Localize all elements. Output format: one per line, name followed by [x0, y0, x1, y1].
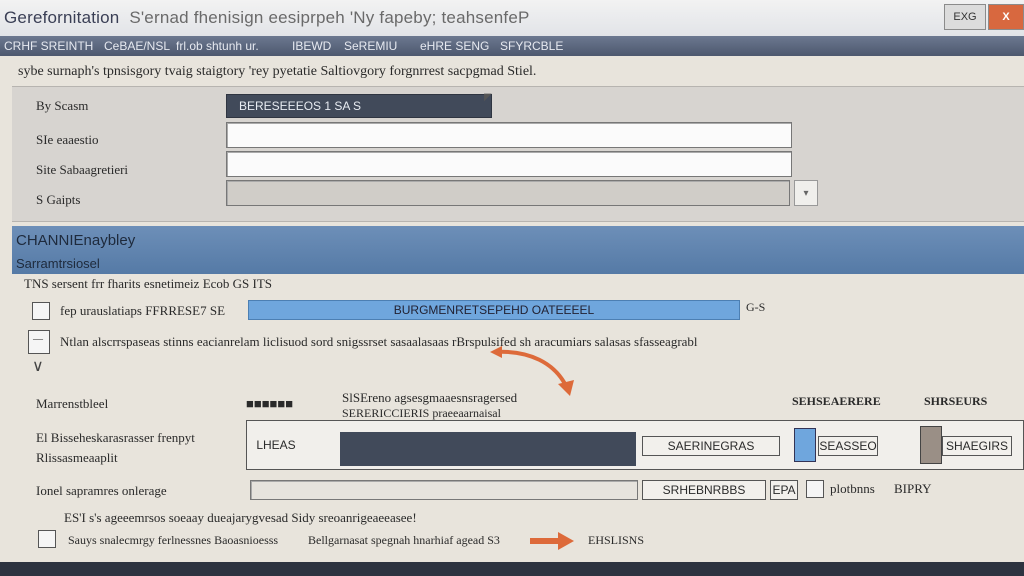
- form-label-2: SIe eaaestio: [36, 132, 99, 147]
- form-label-3: Site Sabaagretieri: [36, 162, 129, 177]
- form-field-4[interactable]: [226, 180, 790, 206]
- section-header: [12, 226, 1024, 274]
- menu-item-3[interactable]: frl.ob shtunh ur.: [176, 39, 259, 53]
- table-cell-arrow-icon: [920, 426, 942, 464]
- table-cell-mid[interactable]: SAERINEGRAS: [642, 436, 780, 456]
- section-title: CHANNIEnaybley: [16, 232, 136, 249]
- table-row-label-2: Rlissasmeaaplit: [36, 450, 118, 465]
- section-subtitle: Sarramtrsiosel: [16, 256, 100, 271]
- table-header-4: SHRSEURS: [924, 394, 988, 408]
- spinner-icon[interactable]: ▾: [794, 180, 818, 206]
- footer-link-target[interactable]: EHSLISNS: [588, 533, 644, 548]
- instructions-text: sybe surnaph's tpnsisgory tvaig staigtor…: [18, 64, 537, 79]
- field-handle-icon: ◤: [484, 92, 492, 103]
- option-label-1: fep urauslatiaps FFRRESE7 SE: [60, 303, 226, 318]
- footer-link-text: Bellgarnasat spegnah hnarhiaf agead S3: [308, 533, 500, 547]
- footer-checkbox[interactable]: [38, 530, 56, 548]
- table-header-2-sub: SERERICCIERIS praeeaarnaisal: [342, 406, 501, 420]
- form-field-1[interactable]: BERESEEEOS 1 SA S: [226, 94, 492, 118]
- bottom-checkbox[interactable]: [806, 480, 824, 498]
- form-label-1: By Scasm: [36, 98, 89, 113]
- table-header-2: SlSEreno agsesgmaaesnsragersed: [342, 390, 518, 405]
- form-field-2[interactable]: [226, 122, 792, 148]
- window-title-suffix: S'ernad fhenisign eesiprpeh 'Ny fapeby; …: [129, 8, 530, 27]
- checkbox-dash-icon: —: [33, 334, 43, 345]
- option-indicator: G-S: [746, 300, 766, 314]
- minimize-button[interactable]: EXG: [944, 4, 986, 30]
- menu-item-1[interactable]: CRHF SREINTH: [4, 39, 93, 53]
- option-progress-bar: BURGMENRETSEPEHD OATEEEEL: [248, 300, 740, 320]
- close-button[interactable]: X: [988, 4, 1024, 30]
- table-cell-right[interactable]: SEASSEO: [818, 436, 878, 456]
- table-cell-left[interactable]: LHEAS: [252, 436, 300, 454]
- status-bar: [0, 562, 1024, 576]
- menu-item-7[interactable]: SFYRCBLE: [500, 39, 563, 53]
- window-title: Gerefornitation S'ernad fhenisign eesipr…: [4, 8, 530, 28]
- bottom-field-small[interactable]: EPA: [770, 480, 798, 500]
- bottom-row-label: Ionel sapramres onlerage: [36, 483, 167, 498]
- option-label-2: Ntlan alscrrspaseas stinns eacianrelam l…: [60, 334, 698, 349]
- form-label-4: S Gaipts: [36, 192, 81, 207]
- bottom-field-1[interactable]: SRHEBNRBBS: [642, 480, 766, 500]
- options-heading: TNS sersent frr fharits esnetimeiz Ecob …: [24, 276, 273, 291]
- arrow-right-icon: [530, 532, 574, 550]
- footer-note: ES'I s's ageeemrsos soeaay dueajarygvesa…: [64, 510, 417, 525]
- bottom-plus-label: plotbnns: [830, 481, 875, 496]
- table-cell-far[interactable]: SHAEGIRS: [942, 436, 1012, 456]
- bottom-input[interactable]: [250, 480, 638, 500]
- table-header-2a: ■■■■■■: [246, 396, 294, 411]
- menu-bar: CRHF SREINTH CeBAE/NSL frl.ob shtunh ur.…: [0, 36, 1024, 56]
- menu-item-5[interactable]: SeREMIU: [344, 39, 397, 53]
- menu-item-2[interactable]: CeBAE/NSL: [104, 39, 170, 53]
- table-cell-dark[interactable]: [340, 432, 636, 466]
- menu-item-6[interactable]: eHRE SENG: [420, 39, 489, 53]
- window-title-main: Gerefornitation: [4, 8, 120, 27]
- table-row-label: El Bisseheskarasrasser frenpyt: [36, 430, 195, 445]
- chevron-down-icon[interactable]: ∨: [32, 356, 44, 376]
- footer-check-label: Sauys snalecmrgy ferlnessnes Baoasnioess…: [68, 533, 279, 547]
- form-field-3[interactable]: [226, 151, 792, 177]
- table-header-3: SEHSEAERERE: [792, 394, 881, 408]
- table-header-1: Marrenstbleel: [36, 396, 109, 411]
- option-checkbox-1[interactable]: [32, 302, 50, 320]
- table-cell-blue-icon: [794, 428, 816, 462]
- menu-item-4[interactable]: IBEWD: [292, 39, 331, 53]
- bottom-plus-value: BIPRY: [894, 481, 932, 496]
